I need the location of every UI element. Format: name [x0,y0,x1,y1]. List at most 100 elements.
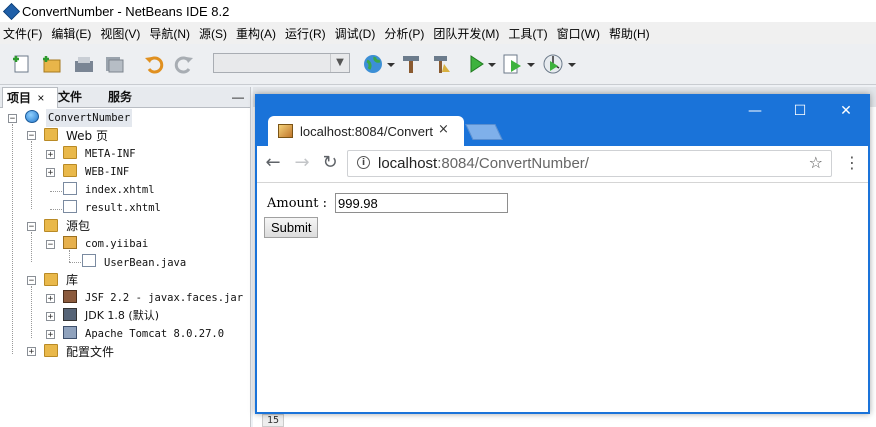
browser-menu-icon[interactable]: ⋮ [844,152,860,174]
profile-dropdown-icon[interactable] [567,52,577,76]
close-tab-icon[interactable]: × [438,122,449,137]
url-host: localhost [378,155,438,172]
menu-file[interactable]: 文件(F) [3,25,42,42]
run-icon[interactable] [464,52,488,76]
editor-line-number: 15 [262,414,284,427]
collapse-toggle[interactable]: − [27,222,36,232]
save-all-icon[interactable] [102,52,126,76]
back-arrow-icon[interactable]: ← [261,151,285,175]
tree-node-source-packages[interactable]: 源包 [66,217,90,235]
menu-run[interactable]: 运行(R) [285,25,326,42]
site-info-icon[interactable]: i [357,156,370,169]
clean-build-icon[interactable] [429,52,453,76]
ide-menu-bar: 文件(F) 编辑(E) 视图(V) 导航(N) 源(S) 重构(A) 运行(R)… [0,22,876,44]
ide-title-bar: ConvertNumber - NetBeans IDE 8.2 [0,0,876,22]
amount-input[interactable] [335,193,508,213]
web-project-globe-icon [25,110,39,123]
xhtml-file-icon [63,182,77,195]
jdk-library-icon [63,308,77,321]
address-bar[interactable]: i localhost:8084/ConvertNumber/ ☆ [347,150,832,177]
ide-toolbar [0,44,876,85]
tree-node-jsf-jar[interactable]: JSF 2.2 - javax.faces.jar [85,289,243,307]
tree-node-config-files[interactable]: 配置文件 [66,343,114,361]
tree-node-tomcat[interactable]: Apache Tomcat 8.0.27.0 [85,325,224,343]
maximize-window-icon[interactable]: ☐ [780,100,820,122]
menu-help[interactable]: 帮助(H) [609,25,650,42]
source-packages-icon [44,219,58,232]
tree-node-web-pages[interactable]: Web 页 [66,127,108,145]
tree-node-index-xhtml[interactable]: index.xhtml [85,181,155,199]
web-pages-folder-icon [44,128,58,141]
browser-tab-active[interactable]: localhost:8084/ConvertNumber/ × [268,116,464,146]
expand-toggle[interactable]: + [46,150,55,160]
panel-tab-strip: 项目 × 文件 服务 — [0,87,250,108]
java-file-icon [82,254,96,267]
jar-library-icon [63,290,77,303]
minimize-panel-icon[interactable]: — [228,87,248,107]
profile-icon[interactable] [541,52,565,76]
configuration-combo[interactable]: ▼ [213,53,350,73]
menu-view[interactable]: 视图(V) [100,25,140,42]
folder-icon [63,146,77,159]
amount-label: Amount : [267,196,328,211]
tree-node-libraries[interactable]: 库 [66,271,78,289]
url-path: :8084/ConvertNumber/ [437,155,589,172]
tree-node-userbean[interactable]: UserBean.java [104,254,186,272]
menu-team[interactable]: 团队开发(M) [433,25,499,42]
server-library-icon [63,326,77,339]
tree-node-meta-inf[interactable]: META-INF [85,145,136,163]
bookmark-star-icon[interactable]: ☆ [809,153,823,172]
tree-node-jdk[interactable]: JDK 1.8 (默认) [85,307,159,325]
minimize-window-icon[interactable]: — [735,100,775,122]
browser-globe-icon[interactable] [361,52,385,76]
xhtml-file-icon [63,200,77,213]
expand-toggle[interactable]: + [27,347,36,357]
folder-icon [63,164,77,177]
run-dropdown-icon[interactable] [487,52,497,76]
tab-projects-label: 项目 [7,91,32,105]
libraries-icon [44,273,58,286]
ide-window-title: ConvertNumber - NetBeans IDE 8.2 [22,4,230,19]
menu-navigate[interactable]: 导航(N) [149,25,190,42]
menu-refactor[interactable]: 重构(A) [236,25,276,42]
tab-services[interactable]: 服务 [104,87,136,107]
package-icon [63,236,77,249]
new-project-icon[interactable] [40,52,64,76]
build-hammer-icon[interactable] [399,52,423,76]
tree-node-web-inf[interactable]: WEB-INF [85,163,129,181]
submit-button[interactable]: Submit [264,217,319,238]
close-icon[interactable]: × [37,91,44,105]
tree-node-project-root[interactable]: ConvertNumber [46,109,133,127]
menu-debug[interactable]: 调试(D) [335,25,376,42]
menu-profile[interactable]: 分析(P) [384,25,424,42]
expand-toggle[interactable]: + [46,294,55,304]
chevron-down-icon[interactable] [386,52,396,76]
chevron-down-icon: ▼ [330,54,349,72]
menu-window[interactable]: 窗口(W) [557,25,600,42]
debug-dropdown-icon[interactable] [526,52,536,76]
web-page-content [257,183,868,412]
expand-toggle[interactable]: + [46,312,55,322]
undo-icon[interactable] [142,52,166,76]
collapse-toggle[interactable]: − [27,276,36,286]
tree-node-package[interactable]: com.yiibai [85,235,148,253]
browser-tab-title: localhost:8084/ConvertNumber/ [300,124,434,139]
tree-node-result-xhtml[interactable]: result.xhtml [85,199,161,217]
expand-toggle[interactable]: + [46,330,55,340]
open-project-icon[interactable] [72,52,96,76]
reload-icon[interactable]: ↻ [318,151,342,175]
tab-projects[interactable]: 项目 × [2,87,58,108]
collapse-toggle[interactable]: − [46,240,55,250]
redo-icon[interactable] [172,52,196,76]
menu-edit[interactable]: 编辑(E) [51,25,91,42]
new-file-icon[interactable] [10,52,34,76]
menu-tools[interactable]: 工具(T) [508,25,547,42]
debug-icon[interactable] [501,52,525,76]
collapse-toggle[interactable]: − [8,114,17,124]
menu-source[interactable]: 源(S) [199,25,227,42]
forward-arrow-icon[interactable]: → [290,151,314,175]
expand-toggle[interactable]: + [46,168,55,178]
close-window-icon[interactable]: ✕ [826,100,866,122]
tab-files[interactable]: 文件 [54,87,86,107]
collapse-toggle[interactable]: − [27,131,36,141]
